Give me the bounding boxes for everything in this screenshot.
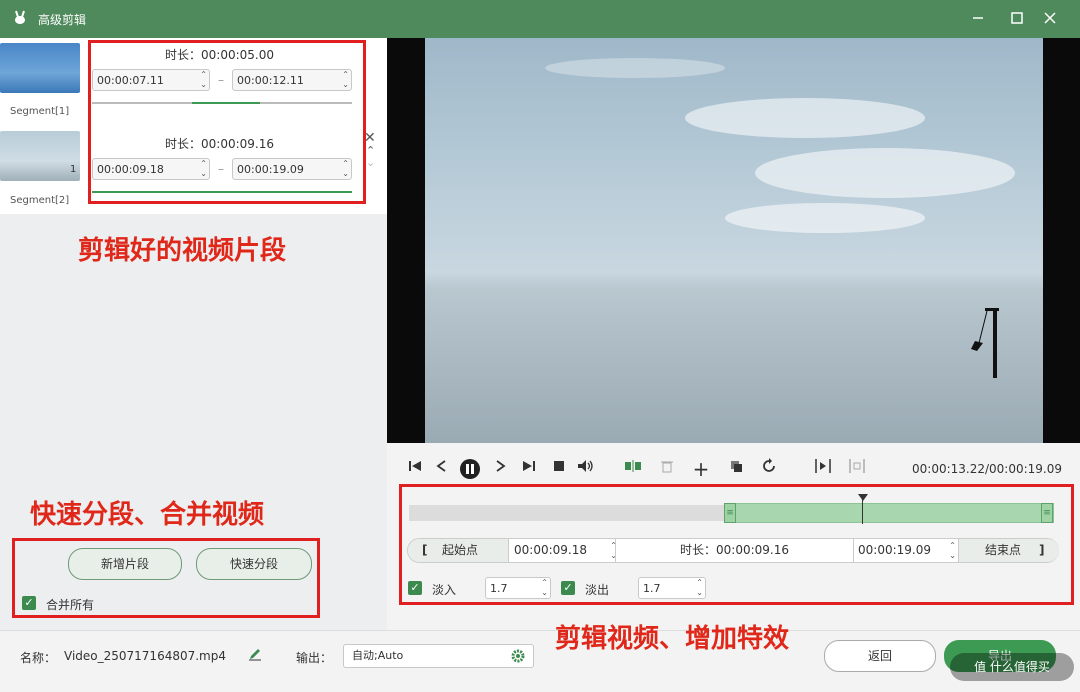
close-icon[interactable] [1035,6,1065,32]
add-icon[interactable]: + [690,458,712,480]
step-back-icon[interactable] [430,458,452,480]
step-forward-icon[interactable] [490,458,512,480]
quick-split-button[interactable]: 快速分段 [196,548,312,580]
annotation-box [399,484,1074,605]
split-icon[interactable] [622,458,644,480]
add-segment-button[interactable]: 新增片段 [68,548,182,580]
maximize-icon[interactable] [1002,6,1032,32]
back-button[interactable]: 返回 [824,640,936,672]
watermark: 值 什么值得买 [950,653,1074,681]
annotation-box [88,40,366,204]
segment-thumbnail[interactable] [0,43,80,93]
volume-icon[interactable] [575,458,597,480]
skip-to-start-icon[interactable] [404,458,426,480]
rabbit-logo-icon [12,9,28,29]
chevron-down-icon[interactable]: ⌄ [366,157,375,168]
copy-icon[interactable] [725,458,747,480]
time-display: 00:00:13.22/00:00:19.09 [912,462,1062,476]
segment-label: Segment[1] [10,106,70,117]
play-selection-icon[interactable] [812,458,834,480]
annotation-text: 剪辑视频、增加特效 [555,624,790,654]
output-label: 输出： [296,651,333,665]
merge-all-label: 合并所有 [46,598,95,612]
annotation-text: 快速分段、合并视频 [30,500,265,530]
chevron-up-icon[interactable]: ⌃ [366,145,375,156]
merge-all-checkbox[interactable]: ✓ [22,596,36,610]
swing-silhouette [971,308,999,378]
filename: Video_250717164807.mp4 [64,649,226,663]
skip-to-end-icon[interactable] [518,458,540,480]
segment-badge: 1 [70,164,77,175]
window-title: 高级剪辑 [38,13,87,27]
output-select[interactable]: 自动;Auto [343,644,534,668]
reset-icon[interactable] [758,458,780,480]
delete-icon[interactable] [656,458,678,480]
minimize-icon[interactable] [963,6,993,32]
stop-icon[interactable] [548,458,570,480]
video-frame[interactable] [425,38,1043,443]
annotation-text: 剪辑好的视频片段 [78,236,287,266]
title-bar: 高级剪辑 [0,0,1080,38]
pause-icon[interactable] [458,458,482,480]
segment-label: Segment[2] [10,195,70,206]
edit-pencil-icon[interactable] [248,647,262,664]
filename-label: 名称： [20,651,57,665]
segment-thumbnail[interactable] [0,131,80,181]
loop-selection-icon[interactable] [846,458,868,480]
gear-icon[interactable] [511,649,525,671]
